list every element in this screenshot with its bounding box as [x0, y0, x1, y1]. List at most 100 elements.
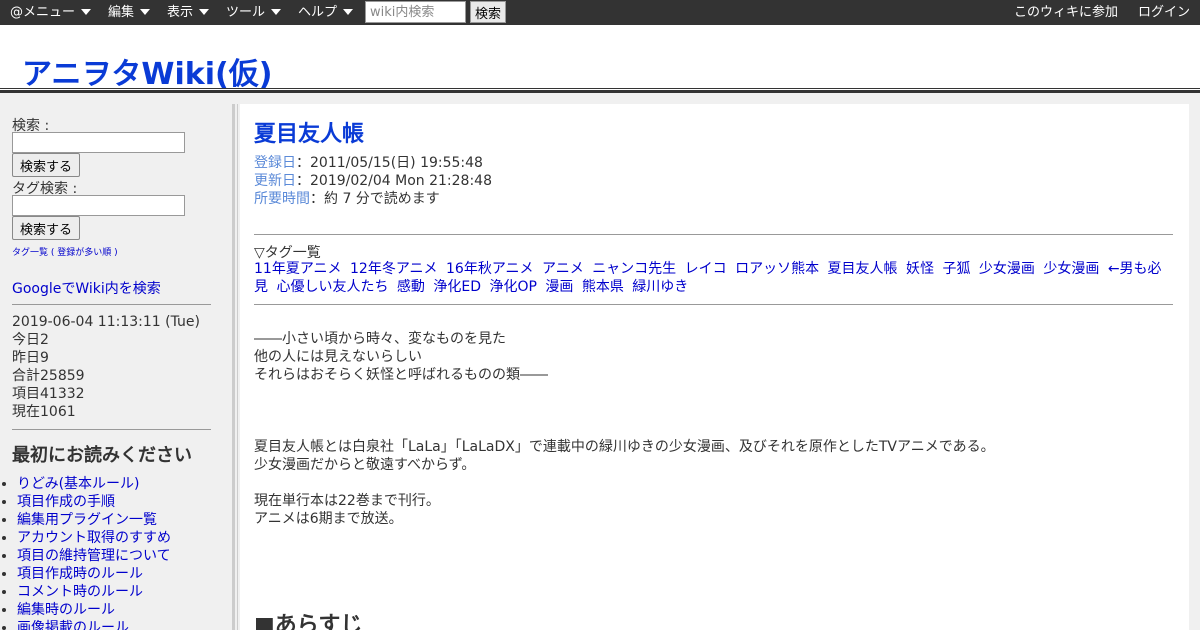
menu-edit[interactable]: 編集 [108, 0, 151, 25]
tag-list-links: タグ一覧 ( 登録が多い順 ) [12, 245, 118, 258]
registered-label: 登録日 [254, 155, 296, 171]
registered-value: ：2011/05/15(日) 19:55:48 [296, 155, 483, 171]
article-content: 夏目友人帳 登録日：2011/05/15(日) 19:55:48 更新日：201… [240, 104, 1189, 630]
caret-down-icon [199, 9, 210, 15]
counter-current: 現在1061 [12, 404, 76, 420]
menu-help[interactable]: ヘルプ [298, 0, 354, 25]
sidebar-search-input[interactable] [12, 132, 185, 153]
tag-search-input[interactable] [12, 195, 185, 216]
tag-link[interactable]: ニャンコ先生 [592, 261, 676, 277]
tag-link[interactable]: アニメ [542, 261, 584, 277]
caret-down-icon [271, 9, 282, 15]
list-item: アカウント取得のすすめ [17, 529, 171, 547]
caret-down-icon [81, 9, 92, 15]
tag-link[interactable]: 夏目友人帳 [828, 261, 898, 277]
counter-total: 合計25859 [12, 368, 85, 384]
updated-date: 更新日：2019/02/04 Mon 21:28:48 [254, 172, 492, 190]
sidebar-divider [12, 429, 211, 430]
tag-list-link[interactable]: タグ一覧 [12, 248, 48, 258]
tag-link[interactable]: 浄化ED [433, 279, 481, 295]
read-first-link[interactable]: 項目作成の手順 [17, 494, 115, 510]
tag-link[interactable]: 浄化OP [489, 279, 536, 295]
volumes-text: 現在単行本は22巻まで刊行。 [254, 493, 440, 509]
tag-divider-bottom [254, 304, 1173, 305]
caret-down-icon [140, 9, 151, 15]
intro-paragraph: 少女漫画だからと敬遠すべからず。 [254, 457, 476, 473]
quote-line: それらはおそらく妖怪と呼ばれるものの類―― [254, 367, 548, 383]
read-first-link[interactable]: アカウント取得のすすめ [17, 530, 171, 546]
wiki-search-button[interactable]: 検索 [470, 1, 506, 23]
menu-at-menu[interactable]: @メニュー [10, 0, 92, 25]
caret-down-icon [343, 9, 354, 15]
google-wiki-search-link[interactable]: GoogleでWiki内を検索 [12, 278, 161, 298]
tag-link[interactable]: 12年冬アニメ [350, 261, 438, 277]
read-first-link[interactable]: 項目作成時のルール [17, 566, 143, 582]
section-heading-synopsis: ■あらすじ [254, 613, 363, 630]
sidebar-divider [12, 304, 211, 305]
updated-label: 更新日 [254, 173, 296, 189]
menu-label: 編集 [108, 5, 135, 20]
read-first-link[interactable]: 項目の維持管理について [17, 548, 171, 564]
tag-link[interactable]: 11年夏アニメ [254, 261, 342, 277]
menu-label: ツール [226, 5, 266, 20]
list-item: 項目作成の手順 [17, 493, 171, 511]
tag-link[interactable]: 漫画 [545, 279, 573, 295]
sidebar: 検索 : 検索する タグ検索 : 検索する タグ一覧 ( 登録が多い順 ) Go… [0, 104, 232, 630]
updated-value: ：2019/02/04 Mon 21:28:48 [296, 173, 492, 189]
tag-link[interactable]: 心優しい友人たち [276, 279, 388, 295]
counter-yesterday: 昨日9 [12, 350, 49, 366]
reading-time: 所要時間：約 7 分で読めます [254, 190, 440, 208]
column-divider [232, 104, 238, 630]
counter-today: 今日2 [12, 332, 49, 348]
menu-label: ヘルプ [298, 5, 338, 20]
reading-label: 所要時間 [254, 191, 310, 207]
list-item: 項目の維持管理について [17, 547, 171, 565]
intro-paragraph: 夏目友人帳とは白泉社「LaLa」「LaLaDX」で連載中の緑川ゆきの少女漫画、及… [254, 439, 995, 455]
menu-tools[interactable]: ツール [226, 0, 282, 25]
sidebar-search-button[interactable]: 検索する [12, 153, 81, 177]
read-first-list: りどみ(基本ルール) 項目作成の手順 編集用プラグイン一覧 アカウント取得のすす… [0, 475, 171, 630]
list-item: 項目作成時のルール [17, 565, 171, 583]
tag-list: 11年夏アニメ 12年冬アニメ 16年秋アニメ アニメ ニャンコ先生 レイコ ロ… [254, 260, 1176, 296]
menu-label: 表示 [167, 5, 194, 20]
quote-line: ――小さい頃から時々、変なものを見た [254, 331, 506, 347]
menu-label: @メニュー [10, 5, 76, 20]
read-first-link[interactable]: コメント時のルール [17, 584, 143, 600]
page-title: 夏目友人帳 [254, 122, 365, 147]
tag-link[interactable]: 16年秋アニメ [446, 261, 534, 277]
list-item: コメント時のルール [17, 583, 171, 601]
registered-date: 登録日：2011/05/15(日) 19:55:48 [254, 154, 483, 172]
tag-link[interactable]: レイコ [685, 261, 727, 277]
anime-text: アニメは6期まで放送。 [254, 511, 403, 527]
quote-line: 他の人には見えないらしい [254, 349, 422, 365]
read-first-link[interactable]: りどみ(基本ルール) [17, 476, 140, 492]
tag-link[interactable]: 少女漫画 [1043, 261, 1099, 277]
tag-link[interactable]: 少女漫画 [979, 261, 1035, 277]
counter-items: 項目41332 [12, 386, 85, 402]
read-first-link[interactable]: 編集用プラグイン一覧 [17, 512, 157, 528]
read-first-link[interactable]: 編集時のルール [17, 602, 115, 618]
header-divider [0, 90, 1200, 93]
tag-link[interactable]: 熊本県 [582, 279, 624, 295]
current-datetime: 2019-06-04 11:13:11 (Tue) [12, 314, 200, 330]
list-item: りどみ(基本ルール) [17, 475, 171, 493]
wiki-search-input[interactable] [365, 1, 466, 23]
site-title[interactable]: アニヲタWiki(仮) [22, 49, 272, 93]
tag-sort-link[interactable]: ( 登録が多い順 ) [51, 248, 118, 258]
top-menu-bar: @メニュー 編集 表示 ツール ヘルプ 検索 このウィキに参加 ログイン [0, 0, 1200, 25]
read-first-heading: 最初にお読みください [12, 445, 192, 466]
login-link[interactable]: ログイン [1138, 0, 1190, 25]
join-wiki-link[interactable]: このウィキに参加 [1014, 0, 1118, 25]
tag-link[interactable]: 緑川ゆき [632, 279, 688, 295]
tag-link[interactable]: 感動 [397, 279, 425, 295]
read-first-link[interactable]: 画像掲載のルール [17, 620, 129, 630]
menu-view[interactable]: 表示 [167, 0, 210, 25]
list-item: 編集用プラグイン一覧 [17, 511, 171, 529]
list-item: 編集時のルール [17, 601, 171, 619]
tag-link[interactable]: ロアッソ熊本 [735, 261, 819, 277]
tag-search-button[interactable]: 検索する [12, 216, 81, 240]
tag-list-toggle[interactable]: ▽タグ一覧 [254, 242, 321, 262]
tag-link[interactable]: 妖怪 [906, 261, 934, 277]
list-item: 画像掲載のルール [17, 619, 171, 630]
tag-link[interactable]: 子狐 [942, 261, 970, 277]
